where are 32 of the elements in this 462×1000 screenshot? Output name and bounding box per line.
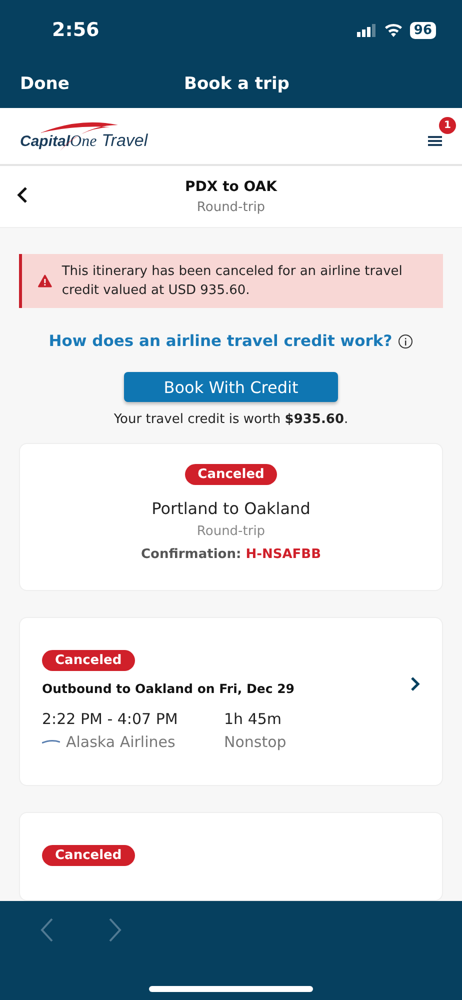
chevron-right-icon: [410, 676, 420, 692]
page-title: PDX to OAK: [185, 178, 277, 194]
wifi-icon: [384, 23, 403, 37]
info-icon: [398, 334, 414, 348]
airline-logo-icon: [42, 739, 60, 745]
page-subtitle: Round-trip: [196, 200, 266, 214]
signal-icon: [356, 24, 377, 36]
flight-card[interactable]: Canceled Outbound to Oakland on Fri, Dec 29 2:22 PM - 4:07 PM 1h 45m Alaska Airlines Nonstop: [19, 617, 443, 786]
status-time: 2:56: [52, 19, 100, 41]
flight-times: 2:22 PM - 4:07 PM: [42, 710, 179, 728]
battery-level: 96: [410, 22, 436, 38]
done-button[interactable]: Done: [20, 74, 70, 94]
status-badge: Canceled: [42, 845, 135, 866]
status-badge: Canceled: [184, 464, 278, 485]
alert-text: This itinerary has been canceled for an airline travel credit valued at USD 935.60.: [62, 263, 404, 300]
confirmation-text: Confirmation: H-NSAFBB: [141, 547, 321, 562]
flight-duration: 1h 45m: [224, 710, 283, 728]
flight-stops: Nonstop: [224, 733, 288, 751]
help-link[interactable]: How does an airline travel credit work?: [48, 332, 414, 350]
back-button[interactable]: [16, 186, 28, 204]
brand-logo: CapitalOne Travel: [20, 121, 148, 151]
book-with-credit-button[interactable]: Book With Credit: [124, 372, 338, 402]
nav-title: Book a trip: [184, 74, 290, 94]
airline-name: Alaska Airlines: [42, 733, 224, 751]
warning-icon: [38, 272, 52, 290]
credit-note: Your travel credit is worth $935.60.: [114, 412, 348, 427]
flight-title: Outbound to Oakland on Fri, Dec 29: [42, 681, 294, 696]
notification-badge: 1: [439, 117, 456, 134]
trip-type: Round-trip: [196, 524, 266, 539]
status-badge: Canceled: [42, 650, 135, 671]
menu-button[interactable]: [428, 135, 442, 147]
trip-title: Portland to Oakland: [152, 499, 310, 518]
